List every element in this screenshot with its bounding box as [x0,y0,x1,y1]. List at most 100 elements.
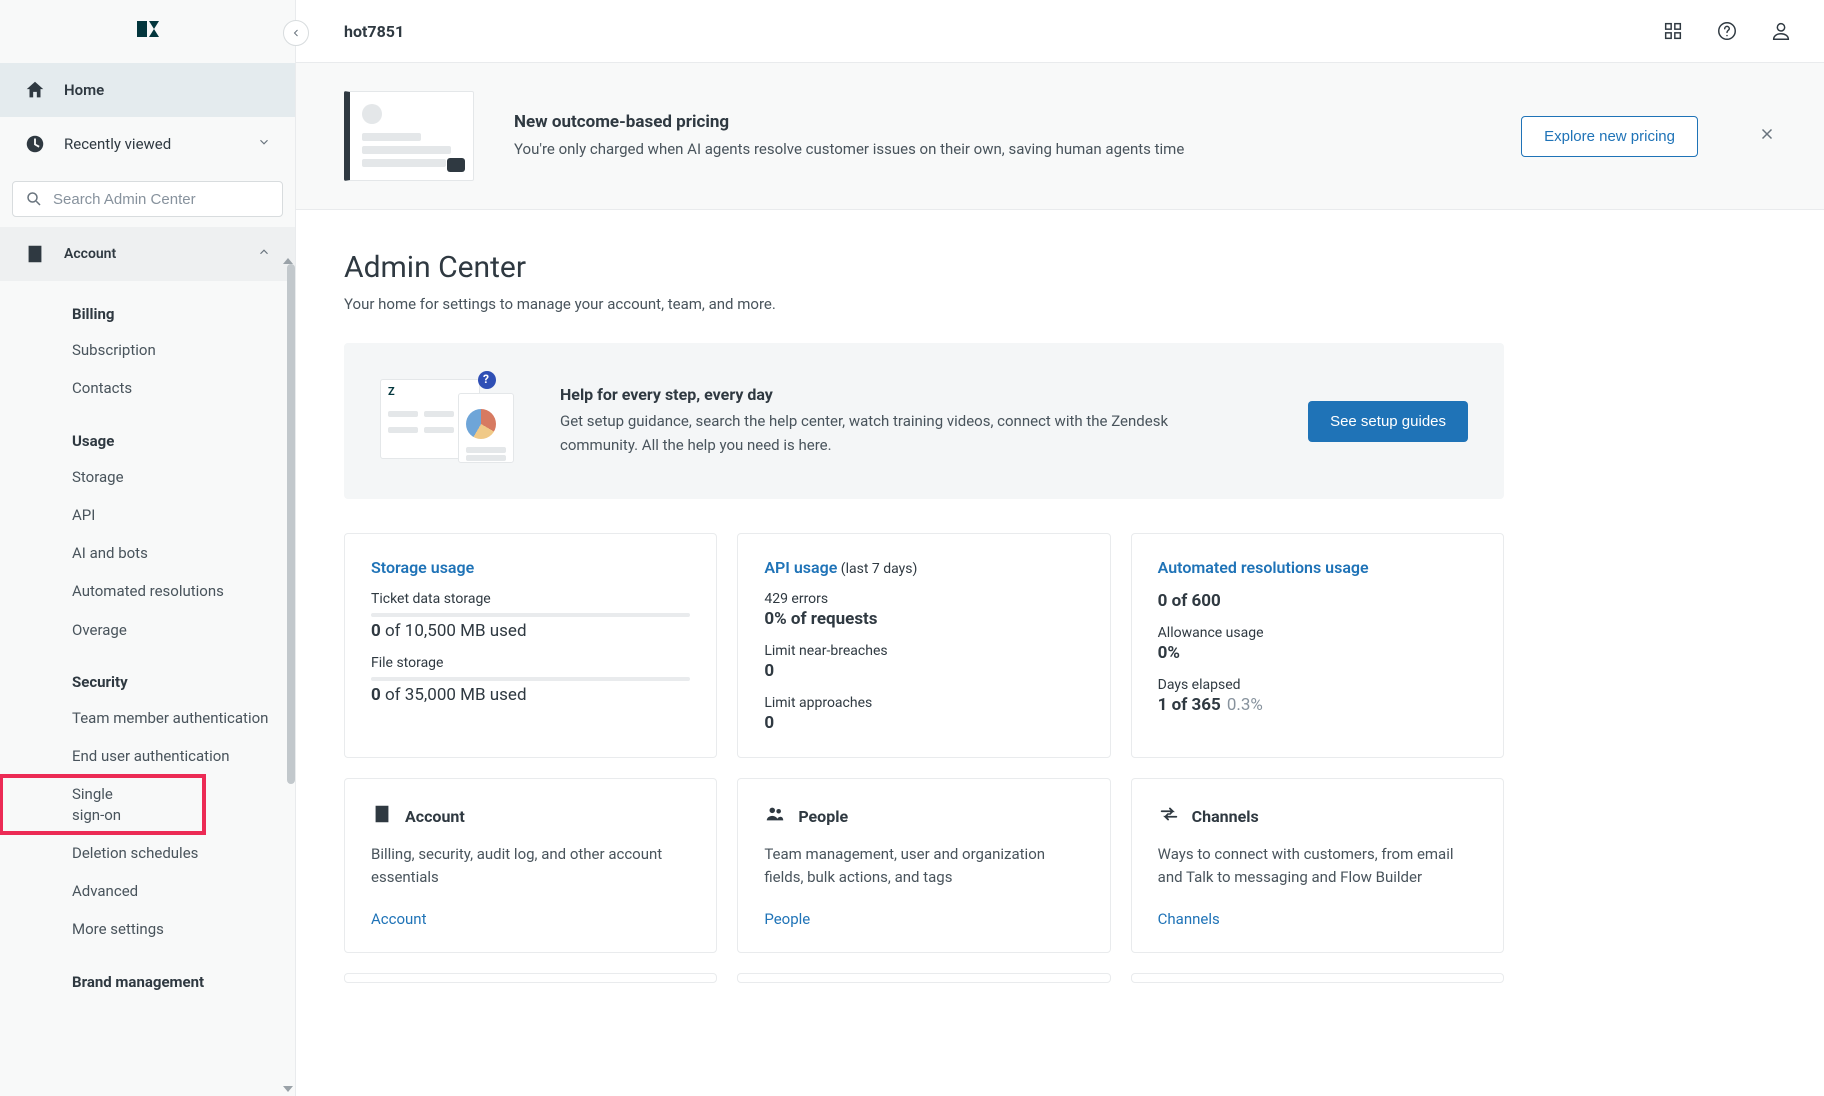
group-billing: Billing [0,291,295,331]
people-card-desc: Team management, user and organization f… [764,843,1083,888]
nav-ai-bots[interactable]: AI and bots [0,534,295,572]
apps-grid-icon[interactable] [1662,20,1684,42]
collapse-sidebar-button[interactable] [283,20,309,46]
file-storage-value: 0 of 35,000 MB used [371,685,690,705]
people-icon [764,803,786,829]
nav-cards-row-2 [344,973,1504,983]
api-near-label: Limit near-breaches [764,643,1083,659]
banner-title: New outcome-based pricing [514,112,1481,132]
chevron-up-icon [257,245,271,263]
nav-subscription[interactable]: Subscription [0,331,295,369]
nav-end-user-auth[interactable]: End user authentication [0,737,295,775]
section-account-label: Account [64,246,116,262]
setup-title: Help for every step, every day [560,385,1268,404]
pricing-banner: New outcome-based pricing You're only ch… [296,63,1824,210]
api-errors-label: 429 errors [764,591,1083,607]
nav-home-label: Home [64,81,104,99]
usage-cards-row: Storage usage Ticket data storage 0 of 1… [344,533,1504,758]
ticket-storage-bar [371,613,690,617]
nav-team-member-auth[interactable]: Team member authentication [0,699,295,737]
auto-allowance-label: Allowance usage [1158,625,1477,641]
chevron-down-icon [257,135,271,153]
banner-desc: You're only charged when AI agents resol… [514,138,1274,161]
search-wrap [0,171,295,227]
account-card-title: Account [371,803,690,829]
nav-recently-viewed[interactable]: Recently viewed [0,117,295,171]
channels-card-desc: Ways to connect with customers, from ema… [1158,843,1477,888]
auto-days-value: 1 of 3650.3% [1158,695,1477,715]
account-card-link[interactable]: Account [371,910,427,928]
api-approach-label: Limit approaches [764,695,1083,711]
nav-home[interactable]: Home [0,63,295,117]
channels-icon [1158,803,1180,829]
topbar: hot7851 [296,0,1824,63]
nav-contacts[interactable]: Contacts [0,369,295,407]
sidebar: Home Recently viewed Account [0,0,296,1096]
section-account[interactable]: Account [0,227,295,281]
api-usage-suffix: (last 7 days) [837,561,917,577]
channels-card-link[interactable]: Channels [1158,910,1220,928]
search-admin-center[interactable] [12,181,283,217]
card-placeholder [1131,973,1504,983]
storage-usage-link[interactable]: Storage usage [371,558,690,577]
zendesk-logo-icon [135,17,161,47]
scroll-arrow-down-icon[interactable] [283,1086,293,1092]
group-brand: Brand management [0,959,295,999]
people-card-link[interactable]: People [764,910,810,928]
scroll-thumb[interactable] [287,264,295,784]
close-banner-button[interactable] [1758,125,1776,147]
banner-illustration [344,91,474,181]
people-card-title: People [764,803,1083,829]
search-icon [25,190,43,208]
auto-resolutions-link[interactable]: Automated resolutions usage [1158,558,1477,577]
nav-api[interactable]: API [0,496,295,534]
api-near-value: 0 [764,661,1083,681]
account-card-desc: Billing, security, audit log, and other … [371,843,690,888]
nav-more-settings[interactable]: More settings [0,910,295,948]
ticket-storage-label: Ticket data storage [371,591,690,607]
setup-desc: Get setup guidance, search the help cent… [560,410,1200,457]
help-icon[interactable] [1716,20,1738,42]
nav-cards-row: Account Billing, security, audit log, an… [344,778,1504,953]
api-usage-card: API usage (last 7 days) 429 errors 0% of… [737,533,1110,758]
explore-pricing-button[interactable]: Explore new pricing [1521,116,1698,157]
content: Admin Center Your home for settings to m… [296,210,1824,1043]
storage-usage-card: Storage usage Ticket data storage 0 of 1… [344,533,717,758]
see-setup-guides-button[interactable]: See setup guides [1308,401,1468,442]
setup-guides-card: Z ? Help for every step, every day Get s… [344,343,1504,499]
page-title: Admin Center [344,250,1776,285]
nav-deletion-schedules[interactable]: Deletion schedules [0,834,295,872]
auto-days-label: Days elapsed [1158,677,1477,693]
building-icon [371,803,393,829]
card-placeholder [344,973,717,983]
nav-advanced[interactable]: Advanced [0,872,295,910]
main: hot7851 New ou [296,0,1824,1096]
scrollbar[interactable] [287,264,295,1084]
banner-text: New outcome-based pricing You're only ch… [514,112,1481,161]
nav-overage[interactable]: Overage [0,611,295,649]
page-subtitle: Your home for settings to manage your ac… [344,295,1776,313]
profile-icon[interactable] [1770,20,1792,42]
clock-icon [24,133,46,155]
search-input[interactable] [53,191,270,208]
ticket-storage-value: 0 of 10,500 MB used [371,621,690,641]
nav-storage[interactable]: Storage [0,458,295,496]
nav-automated-resolutions[interactable]: Automated resolutions [0,572,295,610]
nav-recent-label: Recently viewed [64,135,171,153]
channels-card: Channels Ways to connect with customers,… [1131,778,1504,953]
nav-single-sign-on[interactable]: Single sign-on [0,775,205,834]
building-icon [24,243,46,265]
group-security: Security [0,659,295,699]
logo-row [0,0,295,63]
card-placeholder [737,973,1110,983]
api-usage-link[interactable]: API usage [764,558,837,577]
account-card: Account Billing, security, audit log, an… [344,778,717,953]
auto-main-value: 0 of 600 [1158,591,1477,611]
api-approach-value: 0 [764,713,1083,733]
workspace-name: hot7851 [344,22,404,41]
auto-resolutions-card: Automated resolutions usage 0 of 600 All… [1131,533,1504,758]
setup-illustration: Z ? [380,371,520,471]
people-card: People Team management, user and organiz… [737,778,1110,953]
api-errors-value: 0% of requests [764,609,1083,629]
api-usage-title-row: API usage (last 7 days) [764,558,1083,577]
